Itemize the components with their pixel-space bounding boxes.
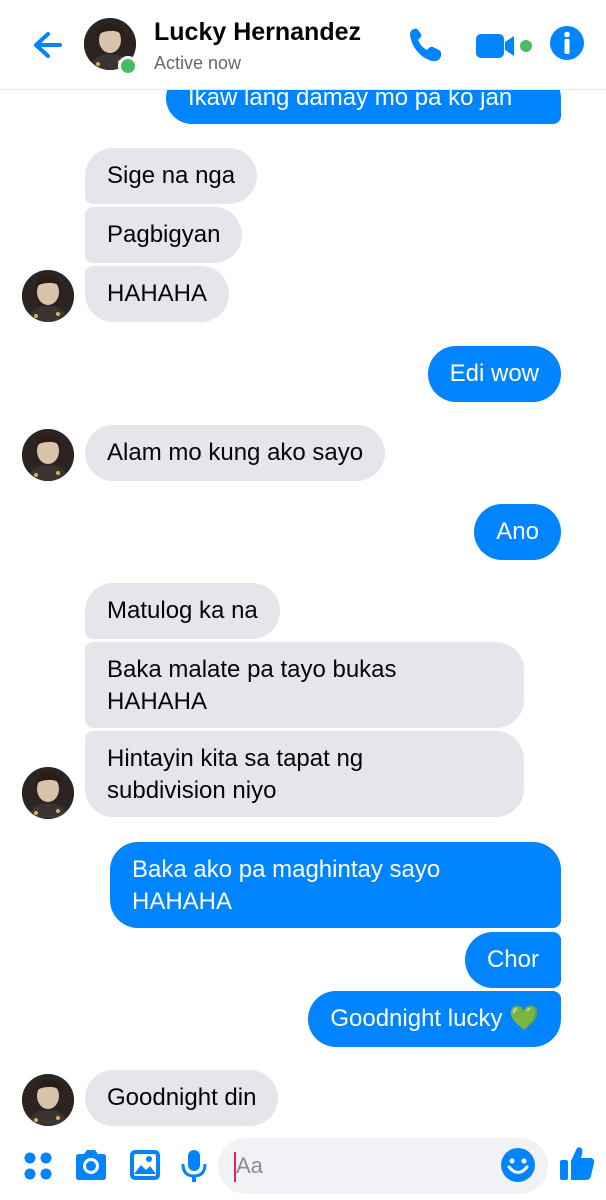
incoming-message[interactable]: Hintayin kita sa tapat ng subdivision ni… bbox=[85, 731, 524, 817]
back-arrow-icon[interactable] bbox=[28, 26, 66, 64]
gallery-icon[interactable] bbox=[128, 1148, 162, 1182]
video-camera-icon[interactable] bbox=[474, 30, 536, 62]
outgoing-message[interactable]: Ikaw lang damay mo pa ko jan bbox=[166, 90, 561, 124]
emoji-icon[interactable] bbox=[500, 1147, 536, 1183]
outgoing-message[interactable]: Chor bbox=[464, 932, 561, 988]
outgoing-message[interactable]: Edi wow bbox=[427, 346, 561, 402]
incoming-message[interactable]: Baka malate pa tayo bukas HAHAHA bbox=[85, 642, 524, 728]
online-status-dot bbox=[118, 56, 138, 76]
text-cursor bbox=[234, 1152, 236, 1182]
sender-avatar[interactable] bbox=[22, 767, 74, 819]
incoming-message[interactable]: HAHAHA bbox=[85, 266, 230, 322]
incoming-message[interactable]: Matulog ka na bbox=[85, 583, 280, 639]
phone-icon[interactable] bbox=[404, 24, 446, 66]
message-input[interactable] bbox=[218, 1138, 548, 1194]
outgoing-message[interactable]: Baka ako pa maghintay sayo HAHAHA bbox=[110, 842, 561, 928]
contact-name[interactable]: Lucky Hernandez bbox=[154, 18, 361, 47]
microphone-icon[interactable] bbox=[180, 1148, 208, 1184]
outgoing-message[interactable]: Ano bbox=[474, 504, 561, 560]
incoming-message[interactable]: Alam mo kung ako sayo bbox=[85, 425, 386, 481]
message-list[interactable]: Ikaw lang damay mo pa ko jan Sige na nga… bbox=[0, 90, 606, 1130]
message-composer bbox=[0, 1130, 606, 1200]
incoming-message[interactable]: Sige na nga bbox=[85, 148, 258, 204]
thumbs-up-icon[interactable] bbox=[558, 1144, 596, 1182]
info-icon[interactable] bbox=[548, 24, 586, 62]
contact-status: Active now bbox=[154, 53, 242, 73]
chat-header: Lucky Hernandez Active now bbox=[0, 0, 606, 90]
camera-icon[interactable] bbox=[72, 1148, 110, 1182]
incoming-message[interactable]: Pagbigyan bbox=[85, 207, 243, 263]
sender-avatar[interactable] bbox=[22, 429, 74, 481]
outgoing-message[interactable]: Goodnight lucky 💚 bbox=[308, 991, 561, 1047]
sender-avatar[interactable] bbox=[22, 1074, 74, 1126]
incoming-message[interactable]: Goodnight din bbox=[85, 1070, 279, 1126]
menu-dots-icon[interactable] bbox=[22, 1150, 54, 1182]
messenger-chat: Lucky Hernandez Active now Ikaw lang dam… bbox=[0, 0, 606, 1200]
sender-avatar[interactable] bbox=[22, 270, 74, 322]
